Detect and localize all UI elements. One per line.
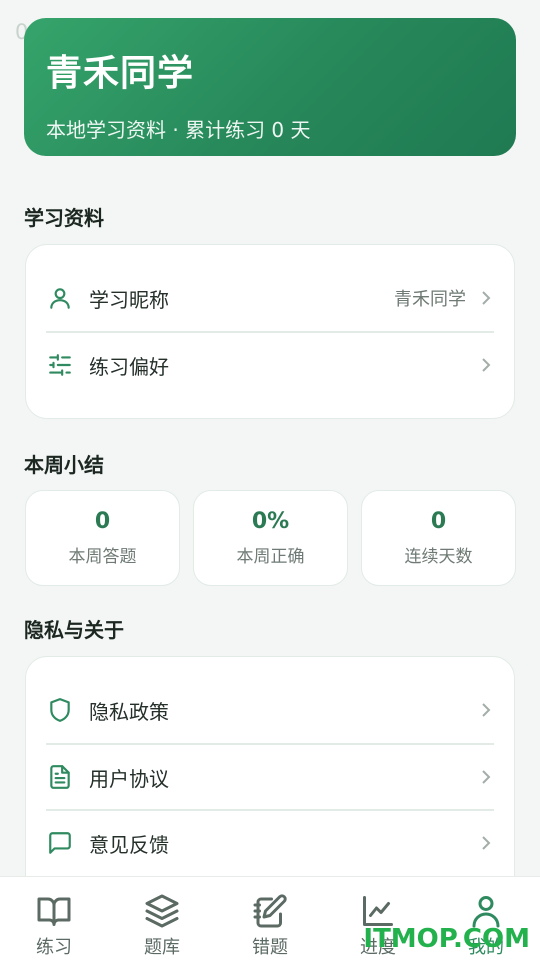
stat-label: 本周正确 xyxy=(236,547,305,567)
row-nickname[interactable]: 学习昵称 青禾同学 xyxy=(46,265,494,331)
section-title-profile: 学习资料 xyxy=(24,206,104,230)
document-icon xyxy=(46,763,74,791)
chevron-right-icon xyxy=(478,834,494,852)
row-label: 意见反馈 xyxy=(89,832,169,857)
layers-icon xyxy=(145,894,179,928)
row-practice-preference[interactable]: 练习偏好 xyxy=(46,331,494,397)
profile-card: 学习昵称 青禾同学 练习偏好 xyxy=(25,244,515,419)
sliders-icon xyxy=(46,351,74,379)
hero-title: 青禾同学 xyxy=(46,53,195,94)
tab-mistakes[interactable]: 错题 xyxy=(216,877,324,960)
section-title-privacy: 隐私与关于 xyxy=(24,618,124,642)
message-icon xyxy=(46,829,74,857)
stat-label: 本周答题 xyxy=(68,547,137,567)
weekly-stats: 0 本周答题 0% 本周正确 0 连续天数 xyxy=(25,490,516,586)
watermark-text: ITMOP.COM xyxy=(363,924,530,954)
stat-weekly-answers: 0 本周答题 xyxy=(25,490,180,586)
hero-subtitle: 本地学习资料 · 累计练习 0 天 xyxy=(46,118,311,142)
row-label: 学习昵称 xyxy=(89,287,169,312)
row-label: 用户协议 xyxy=(89,766,169,791)
chevron-right-icon xyxy=(478,768,494,786)
tab-label: 题库 xyxy=(144,937,180,958)
stat-label: 连续天数 xyxy=(404,547,473,567)
row-user-agreement[interactable]: 用户协议 xyxy=(46,743,494,809)
tab-practice[interactable]: 练习 xyxy=(0,877,108,960)
chevron-right-icon xyxy=(478,356,494,374)
row-label: 练习偏好 xyxy=(89,354,169,379)
user-icon xyxy=(46,284,74,312)
row-label: 隐私政策 xyxy=(89,699,169,724)
row-value: 青禾同学 xyxy=(394,289,466,310)
chevron-right-icon xyxy=(478,289,494,307)
row-feedback[interactable]: 意见反馈 xyxy=(46,809,494,875)
tab-label: 错题 xyxy=(252,937,288,958)
notebook-icon xyxy=(253,894,287,928)
stat-streak-days: 0 连续天数 xyxy=(361,490,516,586)
profile-hero-card: 青禾同学 本地学习资料 · 累计练习 0 天 xyxy=(24,18,516,156)
shield-icon xyxy=(46,696,74,724)
book-icon xyxy=(37,897,71,926)
row-privacy-policy[interactable]: 隐私政策 xyxy=(46,677,494,743)
stat-value: 0 xyxy=(430,509,447,534)
tab-label: 练习 xyxy=(36,937,72,958)
stat-weekly-accuracy: 0% 本周正确 xyxy=(193,490,348,586)
section-title-weekly: 本周小结 xyxy=(24,453,104,477)
stat-value: 0 xyxy=(94,509,111,534)
tab-question-bank[interactable]: 题库 xyxy=(108,877,216,960)
chevron-right-icon xyxy=(478,701,494,719)
stat-value: 0% xyxy=(251,509,290,534)
